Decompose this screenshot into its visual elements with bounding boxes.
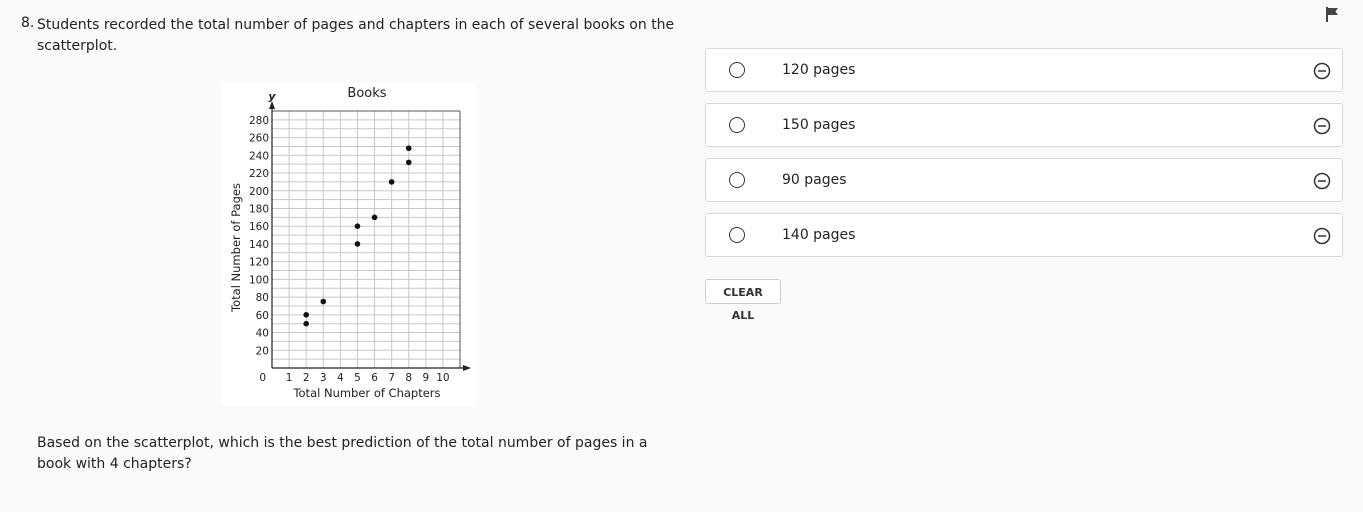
eliminate-option-icon[interactable] (1313, 117, 1331, 135)
clear-all-button[interactable]: CLEAR ALL (705, 279, 781, 322)
x-tick-label: 2 (303, 372, 310, 384)
x-axis-label: Total Number of Chapters (292, 386, 440, 400)
question-prompt: Based on the scatterplot, which is the b… (37, 435, 648, 472)
x-tick-label: 9 (422, 372, 429, 384)
origin-label: 0 (259, 372, 266, 384)
answer-option-label: 150 pages (782, 117, 856, 133)
y-tick-label: 160 (249, 221, 269, 233)
eliminate-option-icon[interactable] (1313, 227, 1331, 245)
answer-option-3[interactable]: 90 pages (705, 158, 1343, 202)
data-point (303, 312, 309, 318)
radio-button[interactable] (729, 62, 745, 78)
x-tick-label: 6 (371, 372, 378, 384)
x-tick-label: 10 (436, 372, 449, 384)
data-point (320, 298, 327, 305)
x-axis-arrow (463, 365, 471, 371)
y-tick-label: 180 (249, 203, 269, 215)
data-point (388, 179, 395, 185)
question-stem: Students recorded the total number of pa… (37, 17, 675, 54)
question-number: 8. (21, 15, 35, 31)
x-tick-label: 8 (405, 372, 412, 384)
x-tick-label: 3 (320, 372, 327, 384)
y-tick-label: 220 (249, 168, 269, 180)
y-tick-label: 140 (249, 239, 269, 251)
y-tick-label: 60 (256, 310, 269, 322)
data-point (405, 159, 412, 166)
y-tick-label: 80 (256, 292, 269, 304)
x-tick-label: 7 (388, 372, 395, 384)
data-point (371, 214, 378, 221)
data-point (354, 241, 361, 247)
flag-icon[interactable] (1323, 5, 1341, 23)
y-tick-label: 260 (249, 133, 269, 145)
chart-title: Books (347, 86, 386, 101)
radio-button[interactable] (729, 117, 745, 133)
data-point (405, 145, 412, 152)
y-tick-label: 40 (256, 328, 269, 340)
x-tick-label: 4 (337, 372, 344, 384)
y-tick-label: 20 (256, 345, 269, 357)
radio-button[interactable] (729, 172, 745, 188)
y-axis-letter: y (268, 90, 276, 103)
answer-options: 120 pages 150 pages 90 pages 140 pages (705, 48, 1343, 268)
data-point (303, 320, 309, 327)
y-tick-label: 200 (249, 186, 269, 198)
answer-option-2[interactable]: 150 pages (705, 103, 1343, 147)
radio-button[interactable] (729, 227, 745, 243)
eliminate-option-icon[interactable] (1313, 62, 1331, 80)
y-tick-label: 280 (249, 115, 269, 127)
x-axis-letter: x (475, 362, 476, 375)
y-tick-label: 240 (249, 150, 269, 162)
eliminate-option-icon[interactable] (1313, 172, 1331, 190)
scatterplot-image: Booksyx204060801001201401601802002202402… (222, 83, 476, 406)
x-tick-label: 1 (286, 372, 293, 384)
answer-option-1[interactable]: 120 pages (705, 48, 1343, 92)
y-axis-label: Total Number of Pages (229, 183, 243, 313)
answer-option-label: 140 pages (782, 227, 856, 243)
answer-option-4[interactable]: 140 pages (705, 213, 1343, 257)
y-tick-label: 120 (249, 257, 269, 269)
answer-option-label: 120 pages (782, 62, 856, 78)
x-tick-label: 5 (354, 372, 361, 384)
scatterplot-chart: Booksyx204060801001201401601802002202402… (229, 86, 476, 400)
y-tick-label: 100 (249, 274, 269, 286)
answer-option-label: 90 pages (782, 172, 847, 188)
data-point (354, 223, 361, 230)
